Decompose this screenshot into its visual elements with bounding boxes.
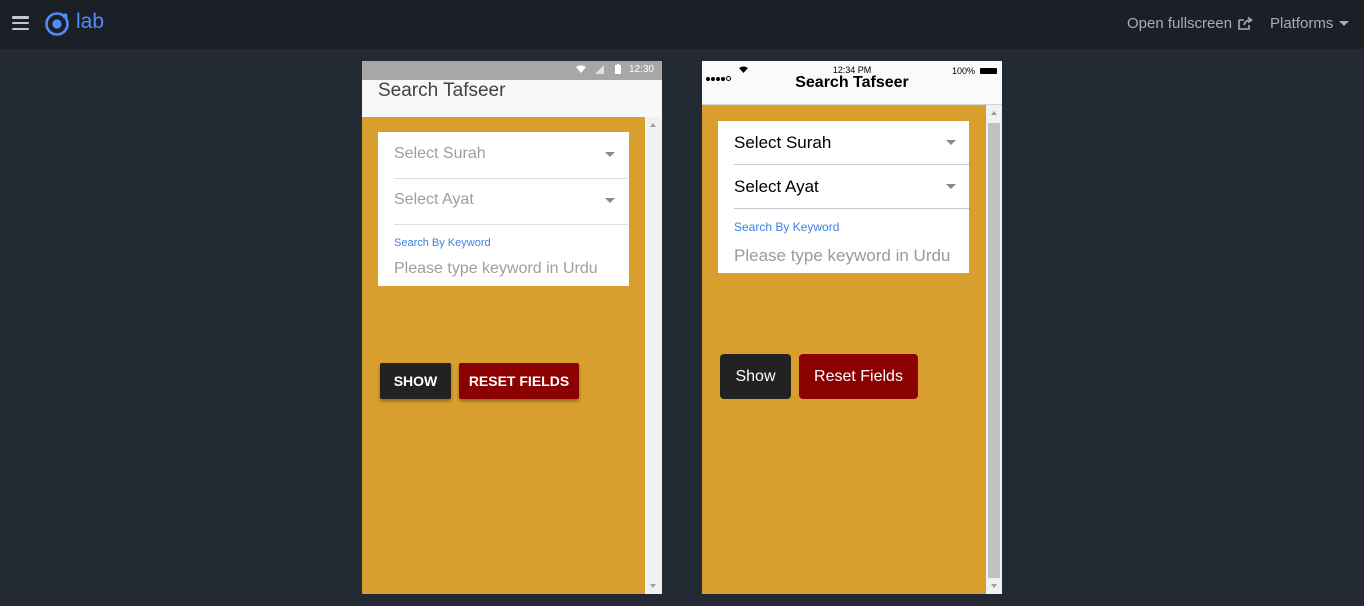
search-form-card: Select Surah Select Ayat Search By Keywo… — [718, 121, 969, 273]
android-status-bar: 12:30 — [362, 61, 662, 80]
external-link-icon — [1238, 17, 1253, 30]
reset-fields-button[interactable]: Reset Fields — [799, 354, 918, 399]
show-button[interactable]: Show — [720, 354, 791, 399]
scroll-up-icon[interactable] — [990, 111, 997, 115]
ios-preview: 12:34 PM 100% Search Tafseer Select Sura… — [702, 61, 1002, 594]
logo-text[interactable]: lab — [76, 10, 104, 34]
open-fullscreen-label: Open fullscreen — [1127, 15, 1233, 32]
top-bar: lab Open fullscreen Platforms — [0, 0, 1364, 49]
keyword-label: Search By Keyword — [734, 220, 840, 234]
chevron-down-icon — [605, 198, 615, 203]
keyword-input[interactable] — [734, 246, 959, 266]
reset-fields-button[interactable]: RESET FIELDS — [459, 363, 579, 399]
select-surah-dropdown[interactable]: Select Surah — [734, 121, 969, 165]
open-fullscreen-link[interactable]: Open fullscreen — [1127, 15, 1253, 32]
select-ayat-dropdown[interactable]: Select Ayat — [734, 165, 969, 209]
page-title: Search Tafseer — [795, 74, 909, 91]
scrollbar[interactable] — [986, 105, 1002, 594]
select-surah-label: Select Surah — [394, 145, 486, 162]
select-ayat-dropdown[interactable]: Select Ayat — [394, 178, 628, 225]
signal-icon — [595, 65, 604, 74]
chevron-down-icon — [946, 184, 956, 189]
keyword-input[interactable] — [394, 259, 614, 279]
ios-content: Select Surah Select Ayat Search By Keywo… — [702, 105, 986, 594]
battery-icon — [615, 64, 621, 74]
show-button[interactable]: SHOW — [380, 363, 451, 399]
hamburger-icon[interactable] — [12, 16, 29, 31]
android-header: Search Tafseer — [362, 80, 662, 117]
chevron-down-icon — [605, 152, 615, 157]
scroll-up-icon[interactable] — [650, 123, 656, 127]
scroll-down-icon[interactable] — [650, 584, 656, 588]
wifi-icon — [576, 65, 586, 73]
android-content: Select Surah Select Ayat Search By Keywo… — [362, 117, 645, 594]
select-surah-label: Select Surah — [734, 133, 832, 152]
platforms-label: Platforms — [1270, 15, 1334, 32]
android-preview: 12:30 Search Tafseer Select Surah Select… — [362, 61, 662, 594]
chevron-down-icon — [946, 140, 956, 145]
search-form-card: Select Surah Select Ayat Search By Keywo… — [378, 132, 629, 286]
ios-header: 12:34 PM 100% Search Tafseer — [702, 61, 1002, 105]
android-status-time: 12:30 — [628, 64, 654, 75]
scrollbar-thumb[interactable] — [988, 123, 1000, 578]
select-surah-dropdown[interactable]: Select Surah — [394, 132, 628, 179]
keyword-label: Search By Keyword — [394, 237, 491, 249]
select-ayat-label: Select Ayat — [394, 191, 474, 208]
chevron-down-icon — [1339, 20, 1350, 26]
select-ayat-label: Select Ayat — [734, 177, 819, 196]
scrollbar[interactable] — [645, 117, 662, 594]
scroll-down-icon[interactable] — [990, 584, 997, 588]
page-title: Search Tafseer — [378, 80, 506, 101]
ionic-logo-icon[interactable] — [44, 11, 70, 37]
platforms-dropdown[interactable]: Platforms — [1270, 15, 1350, 32]
